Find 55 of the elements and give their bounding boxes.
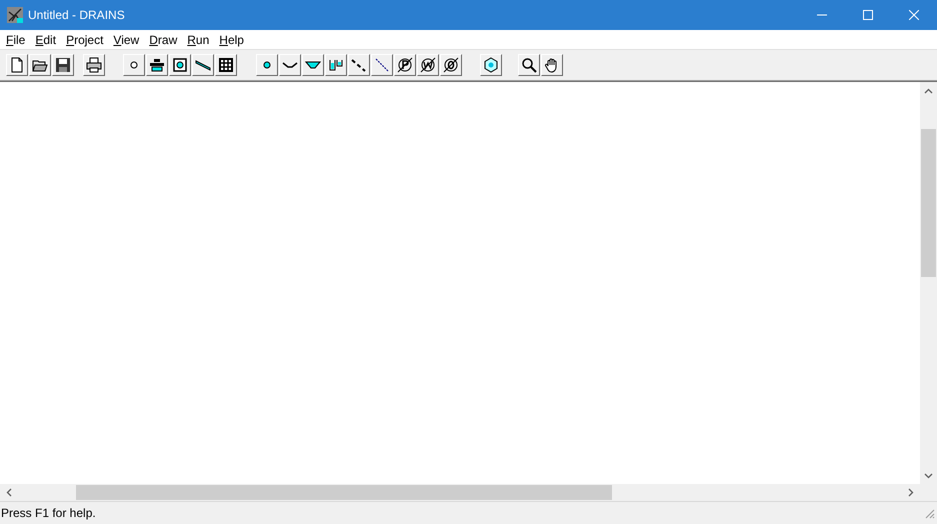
- basin-icon: [172, 57, 188, 73]
- toolbar-button[interactable]: [518, 54, 540, 76]
- toolbar-button[interactable]: [541, 54, 563, 76]
- toolbar-button[interactable]: [6, 54, 28, 76]
- blank-page-icon: [9, 57, 25, 73]
- toolbar-button[interactable]: [480, 54, 502, 76]
- close-icon: [909, 10, 919, 20]
- menu-item[interactable]: Edit: [30, 30, 62, 50]
- toolbar-button[interactable]: [440, 54, 462, 76]
- app-icon: [7, 7, 23, 23]
- scroll-left-icon: [6, 488, 12, 497]
- circled-o-icon: [443, 57, 459, 73]
- scrollbar-thumb[interactable]: [921, 129, 936, 277]
- menu-item[interactable]: Project: [61, 30, 108, 50]
- resize-grip-icon: [923, 507, 935, 519]
- vertical-scrollbar[interactable]: [920, 82, 937, 484]
- toolbar-button[interactable]: [123, 54, 145, 76]
- toolbar-button[interactable]: [192, 54, 214, 76]
- toolbar-button[interactable]: [169, 54, 191, 76]
- circled-w-icon: [420, 57, 436, 73]
- scroll-down-icon: [924, 473, 933, 479]
- toolbar-button[interactable]: [29, 54, 51, 76]
- scrollbar-thumb[interactable]: [76, 485, 612, 500]
- toolbar-button[interactable]: [417, 54, 439, 76]
- toolbar-button[interactable]: [215, 54, 237, 76]
- toolbar-button[interactable]: [371, 54, 393, 76]
- status-text: Press F1 for help.: [1, 505, 96, 522]
- grid-icon: [218, 57, 234, 73]
- scroll-right-icon: [908, 488, 914, 497]
- toolbar-button[interactable]: [52, 54, 74, 76]
- magnifier-icon: [521, 57, 537, 73]
- diagonal-line-icon: [374, 57, 390, 73]
- maximize-icon: [863, 10, 873, 20]
- pit-icon: [149, 57, 165, 73]
- menu-item[interactable]: View: [108, 30, 144, 50]
- horizontal-scrollbar[interactable]: [0, 484, 920, 501]
- hexagon-icon: [483, 57, 499, 73]
- circled-p-icon: [397, 57, 413, 73]
- menu-item[interactable]: Run: [182, 30, 214, 50]
- dashed-line-icon: [351, 57, 367, 73]
- toolbar-button[interactable]: [279, 54, 301, 76]
- toolbar-button[interactable]: [302, 54, 324, 76]
- toolbar-button[interactable]: [83, 54, 105, 76]
- scroll-up-icon: [924, 88, 933, 94]
- toolbar-button[interactable]: [146, 54, 168, 76]
- toolbar-button[interactable]: [325, 54, 347, 76]
- menu-item[interactable]: Help: [214, 30, 249, 50]
- menu-item[interactable]: File: [1, 30, 30, 50]
- toolbar-button[interactable]: [348, 54, 370, 76]
- menu-item[interactable]: Draw: [144, 30, 182, 50]
- tanks-icon: [328, 57, 344, 73]
- toolbar-button[interactable]: [394, 54, 416, 76]
- toolbar-button[interactable]: [256, 54, 278, 76]
- printer-icon: [86, 57, 102, 73]
- window-title: Untitled - DRAINS: [28, 7, 125, 24]
